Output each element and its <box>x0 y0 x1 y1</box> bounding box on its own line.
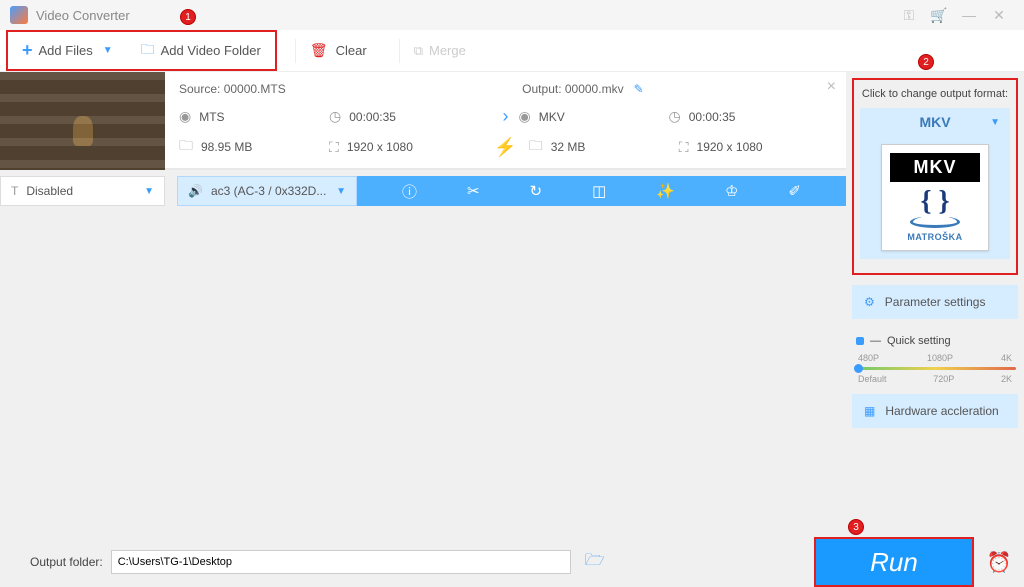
clock-icon: ◷ <box>329 108 341 125</box>
resolution-icon: ⛶ <box>679 139 689 156</box>
caret-down-icon: ▼ <box>990 117 1000 128</box>
format-panel-title: Click to change output format: <box>860 88 1010 100</box>
cart-icon[interactable]: 🛒 <box>924 7 954 24</box>
quick-setting-label: — Quick setting <box>856 335 1014 347</box>
bolt-icon: ⚡ <box>482 137 528 158</box>
file-item[interactable]: × Source: 00000.MTS Output: 00000.mkv ✎ … <box>0 72 846 170</box>
clear-label: Clear <box>336 43 367 58</box>
out-duration: 00:00:35 <box>689 110 736 124</box>
format-card-sub: MATROŠKA <box>890 232 980 242</box>
edit-toolbar: ⓘ ✂ ↻ ◫ ✨ ♔ ✐ <box>357 176 846 206</box>
add-files-button[interactable]: + Add Files ▼ <box>8 32 127 69</box>
quick-setting-slider[interactable]: 480P 1080P 4K Default 720P 2K <box>854 353 1016 384</box>
out-format: MKV <box>539 110 565 124</box>
src-size: 98.95 MB <box>201 140 252 154</box>
info-icon[interactable]: ⓘ <box>402 181 417 202</box>
caret-down-icon: ▼ <box>144 186 154 197</box>
out-res: 1920 x 1080 <box>697 140 763 154</box>
chip-icon: ▦ <box>864 404 875 418</box>
output-format-panel[interactable]: Click to change output format: MKV ▼ MKV… <box>852 78 1018 275</box>
file-icon: 🗀 <box>179 135 193 159</box>
video-thumbnail[interactable] <box>0 72 165 170</box>
src-format: MTS <box>199 110 224 124</box>
clear-button[interactable]: 🗑 Clear <box>296 30 381 71</box>
param-label: Parameter settings <box>885 295 986 309</box>
minimize-icon[interactable]: — <box>954 7 984 23</box>
hw-label: Hardware accleration <box>885 404 998 418</box>
app-logo <box>10 6 28 24</box>
subtitle-value: Disabled <box>26 184 73 198</box>
footer: Output folder: 🗁 Run ⏰ <box>0 537 1024 587</box>
output-folder-label: Output folder: <box>30 555 103 569</box>
cut-icon[interactable]: ✂ <box>467 182 480 200</box>
watermark-icon[interactable]: ♔ <box>725 182 738 200</box>
run-button[interactable]: Run <box>814 537 974 587</box>
open-folder-icon[interactable]: 🗁 <box>585 549 605 576</box>
rotate-icon[interactable]: ↻ <box>530 182 543 200</box>
format-icon: ◉ <box>519 108 531 125</box>
audio-dropdown[interactable]: 🔊ac3 (AC-3 / 0x332D... ▼ <box>177 176 357 206</box>
arrow-icon: › <box>493 106 519 127</box>
effects-icon[interactable]: ✨ <box>656 182 675 200</box>
add-files-label: Add Files <box>39 43 93 58</box>
src-duration: 00:00:35 <box>349 110 396 124</box>
sliders-icon: ⚙ <box>864 295 875 309</box>
subtitle-edit-icon[interactable]: ✐ <box>788 182 801 200</box>
file-icon: 🗀 <box>529 135 543 159</box>
callout-2: 2 <box>918 54 934 70</box>
hardware-accel-button[interactable]: ▦ Hardware accleration <box>852 394 1018 428</box>
key-icon[interactable]: ⚿ <box>894 7 924 24</box>
main-toolbar: + Add Files ▼ 🗀 Add Video Folder 🗑 Clear… <box>0 30 1024 72</box>
caret-down-icon: ▼ <box>336 186 346 197</box>
callout-3: 3 <box>848 519 864 535</box>
folder-icon: 🗀 <box>141 39 155 63</box>
titlebar: Video Converter ⚿ 🛒 — ✕ <box>0 0 1024 30</box>
add-folder-label: Add Video Folder <box>161 43 261 58</box>
src-res: 1920 x 1080 <box>347 140 413 154</box>
audio-value: ac3 (AC-3 / 0x332D... <box>211 184 326 198</box>
plus-icon: + <box>22 40 33 61</box>
source-filename: Source: 00000.MTS <box>179 82 489 96</box>
crop-icon[interactable]: ◫ <box>592 182 606 200</box>
format-card: MKV { } MATROŠKA <box>881 144 989 251</box>
resolution-icon: ⛶ <box>329 139 339 156</box>
output-filename: Output: 00000.mkv <box>522 82 623 96</box>
close-icon[interactable]: ✕ <box>984 7 1014 24</box>
format-icon: ◉ <box>179 108 191 125</box>
trash-icon: 🗑 <box>310 42 328 59</box>
merge-button[interactable]: ⧉ Merge <box>400 30 480 71</box>
output-folder-input[interactable] <box>111 550 571 574</box>
clock-icon: ◷ <box>669 108 681 125</box>
schedule-icon[interactable]: ⏰ <box>974 537 1024 587</box>
selected-format: MKV <box>919 114 950 130</box>
subtitle-dropdown[interactable]: TDisabled ▼ <box>0 176 165 206</box>
callout-1: 1 <box>180 9 196 25</box>
remove-item-button[interactable]: × <box>827 78 836 96</box>
parameter-settings-button[interactable]: ⚙ Parameter settings <box>852 285 1018 319</box>
out-size: 32 MB <box>551 140 586 154</box>
caret-down-icon: ▼ <box>103 45 113 56</box>
add-folder-button[interactable]: 🗀 Add Video Folder <box>127 32 275 69</box>
merge-icon: ⧉ <box>414 43 423 59</box>
edit-output-icon[interactable]: ✎ <box>634 82 644 96</box>
format-card-label: MKV <box>890 153 980 182</box>
merge-label: Merge <box>429 43 466 58</box>
app-title: Video Converter <box>36 8 130 23</box>
